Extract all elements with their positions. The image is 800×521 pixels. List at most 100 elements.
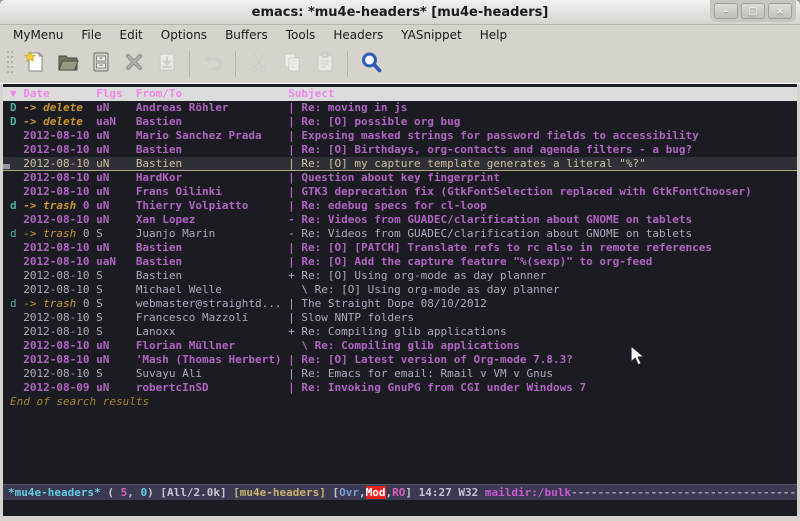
message-flags: uN [96, 101, 136, 115]
message-row[interactable]: d-> trash 0SJuanjo Marin- Re: Videos fro… [3, 227, 797, 241]
message-row[interactable]: 2012-08-10uNBastien| Re: [O] my capture … [3, 157, 797, 171]
menu-file[interactable]: File [72, 26, 110, 44]
message-flags: uN [96, 129, 136, 143]
message-row[interactable]: 2012-08-10SLanoxx+ Re: Compiling glib ap… [3, 325, 797, 339]
message-date: 2012-08-10 [23, 255, 96, 269]
echo-area[interactable] [3, 500, 797, 516]
message-from: Suvayu Ali [136, 367, 288, 381]
message-row[interactable]: D-> deleteuNAndreas Röhler| Re: moving i… [3, 101, 797, 115]
message-row[interactable]: 2012-08-10uNFrans Oilinki| GTK3 deprecat… [3, 185, 797, 199]
modeline-segment: ) [All/2.0k] [147, 486, 233, 499]
menu-yasnippet[interactable]: YASnippet [392, 26, 471, 44]
message-row[interactable]: d-> trash 0Swebmaster@straightd...| The … [3, 297, 797, 311]
close-button[interactable]: × [768, 3, 792, 19]
headers-header-line[interactable]: ▼DateFlgsFrom/ToSubject [3, 87, 797, 101]
save-button[interactable] [84, 48, 117, 80]
message-row[interactable]: 2012-08-10SMichael Welle \ Re: [O] Using… [3, 283, 797, 297]
column-header-from[interactable]: From/To [136, 87, 288, 101]
message-row[interactable]: 2012-08-10uNBastien| Re: [O] [PATCH] Tra… [3, 241, 797, 255]
menu-mymenu[interactable]: MyMenu [4, 26, 72, 44]
maximize-button[interactable]: □ [741, 3, 765, 19]
message-from: Mario Sanchez Prada [136, 129, 288, 143]
message-row[interactable]: 2012-08-10uNXan Lopez- Re: Videos from G… [3, 213, 797, 227]
message-row[interactable]: 2012-08-10SFrancesco Mazzoli| Slow NNTP … [3, 311, 797, 325]
modeline-segment: Ovr [339, 486, 359, 499]
message-flags: uN [96, 157, 136, 170]
message-date: -> trash 0 [23, 297, 96, 311]
menu-headers[interactable]: Headers [324, 26, 392, 44]
open-folder-button[interactable] [51, 48, 84, 80]
undo-button [196, 48, 229, 80]
message-row[interactable]: 2012-08-10uNBastien| Re: [O] Birthdays, … [3, 143, 797, 157]
sort-direction-icon[interactable]: ▼ [10, 87, 23, 101]
message-flags: uN [96, 199, 136, 213]
menu-tools[interactable]: Tools [277, 26, 325, 44]
message-date: 2012-08-10 [23, 171, 96, 185]
title-bar[interactable]: emacs: *mu4e-headers* [mu4e-headers] –□× [0, 0, 800, 25]
modeline-segment: , [359, 486, 366, 499]
modeline-segment: RO [392, 486, 405, 499]
column-header-subject[interactable]: Subject [288, 87, 334, 100]
message-row[interactable]: 2012-08-10uN'Mash (Thomas Herbert)| Re: … [3, 353, 797, 367]
message-row[interactable]: D-> deleteuaNBastien| Re: [O] possible o… [3, 115, 797, 129]
menu-help[interactable]: Help [471, 26, 516, 44]
message-flags: S [96, 325, 136, 339]
message-subject: - Re: Videos from GUADEC/clarification a… [288, 213, 692, 226]
message-date: 2012-08-10 [23, 241, 96, 255]
message-from: Andreas Röhler [136, 101, 288, 115]
message-date: 2012-08-09 [23, 381, 96, 395]
message-from: Frans Oilinki [136, 185, 288, 199]
message-row[interactable]: 2012-08-10uNMario Sanchez Prada| Exposin… [3, 129, 797, 143]
message-flags: uaN [96, 115, 136, 129]
message-subject: | Exposing masked strings for password f… [288, 129, 699, 142]
message-row[interactable]: 2012-08-10SSuvayu Ali| Re: Emacs for ema… [3, 367, 797, 381]
new-file-button[interactable] [18, 48, 51, 80]
message-subject: | Re: edebug specs for cl-loop [288, 199, 487, 212]
message-row[interactable]: d-> trash 0uNThierry Volpiatto| Re: edeb… [3, 199, 797, 213]
mode-line[interactable]: *mu4e-headers* ( 5, 0) [All/2.0k] [mu4e-… [3, 484, 797, 500]
message-flags: S [96, 311, 136, 325]
end-of-search-results: End of search results [3, 395, 797, 409]
message-date: 2012-08-10 [23, 311, 96, 325]
message-subject: | Re: [O] Add the capture feature "%(sex… [288, 255, 652, 268]
minimize-button[interactable]: – [714, 3, 738, 19]
message-row[interactable]: 2012-08-10uaNBastien| Re: [O] Add the ca… [3, 255, 797, 269]
column-header-flags[interactable]: Flgs [96, 87, 136, 101]
column-header-date[interactable]: Date [23, 87, 96, 101]
message-row[interactable]: 2012-08-10uNHardKor| Question about key … [3, 171, 797, 185]
message-date: 2012-08-10 [23, 283, 96, 297]
mu4e-headers-buffer[interactable]: ▼DateFlgsFrom/ToSubject D-> deleteuNAndr… [3, 84, 797, 484]
modeline-segment: Mod [366, 486, 386, 499]
message-subject: + Re: [O] Using org-mode as day planner [288, 269, 546, 282]
menu-edit[interactable]: Edit [111, 26, 152, 44]
close-buffer-button[interactable] [117, 48, 150, 80]
copy-button [275, 48, 308, 80]
message-date: 2012-08-10 [23, 143, 96, 157]
message-flags: uN [96, 241, 136, 255]
message-row[interactable]: 2012-08-10uNFlorian Müllner \ Re: Compil… [3, 339, 797, 353]
toolbar [0, 45, 800, 84]
message-from: Francesco Mazzoli [136, 311, 288, 325]
toolbar-drag-handle[interactable] [6, 49, 14, 79]
maximize-icon: □ [748, 6, 757, 17]
search-button[interactable] [354, 48, 387, 80]
message-from: Bastien [136, 157, 288, 170]
message-row[interactable]: 2012-08-09uNrobertcInSD| Re: Invoking Gn… [3, 381, 797, 395]
toolbar-separator [347, 51, 348, 77]
message-subject: \ Re: Compiling glib applications [288, 339, 520, 352]
modeline-segment: *mu4e-headers* [8, 486, 101, 499]
menu-options[interactable]: Options [152, 26, 216, 44]
menu-buffers[interactable]: Buffers [216, 26, 277, 44]
cut-button [242, 48, 275, 80]
message-row[interactable]: 2012-08-10SBastien+ Re: [O] Using org-mo… [3, 269, 797, 283]
message-flags: S [96, 297, 136, 311]
message-date: -> trash 0 [23, 227, 96, 241]
message-from: Michael Welle [136, 283, 288, 297]
message-subject: \ Re: [O] Using org-mode as day planner [288, 283, 560, 296]
message-subject: | The Straight Dope 08/10/2012 [288, 297, 487, 310]
modeline-segment: ] [405, 486, 418, 499]
mark-indicator: D [10, 115, 23, 129]
save-icon [89, 50, 113, 78]
mark-indicator: d [10, 297, 23, 311]
message-flags: S [96, 269, 136, 283]
